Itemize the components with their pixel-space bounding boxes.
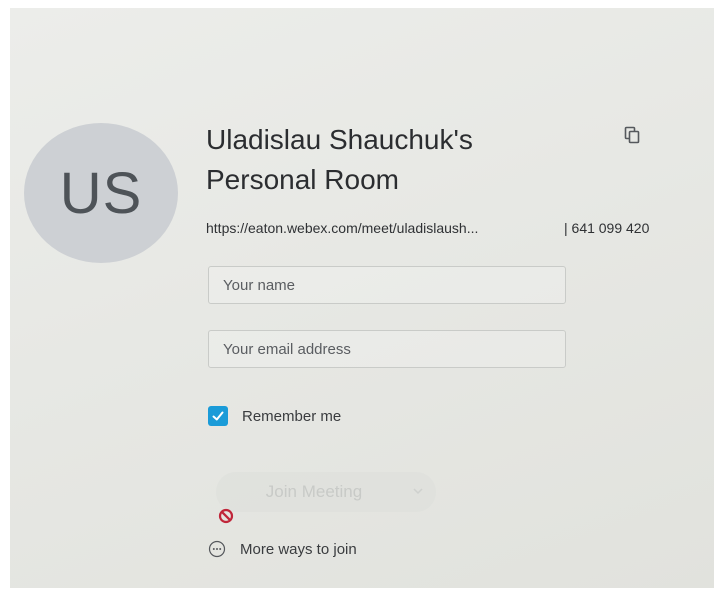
chevron-down-icon xyxy=(413,488,423,495)
join-screen: US Uladislau Shauchuk's Personal Room ht… xyxy=(10,8,714,588)
not-allowed-icon xyxy=(218,508,234,524)
name-field[interactable] xyxy=(208,266,566,304)
join-meeting-button[interactable]: Join Meeting xyxy=(216,472,436,512)
copy-icon[interactable] xyxy=(624,126,640,144)
meeting-url[interactable]: https://eaton.webex.com/meet/uladislaush… xyxy=(206,220,478,236)
more-options-icon xyxy=(208,540,226,558)
remember-me-label: Remember me xyxy=(242,407,342,425)
checkmark-icon xyxy=(208,406,228,426)
photo-frame: US Uladislau Shauchuk's Personal Room ht… xyxy=(0,0,722,602)
avatar-initials: US xyxy=(59,160,143,226)
remember-me-checkbox[interactable]: Remember me xyxy=(208,406,341,426)
email-field[interactable] xyxy=(208,330,566,368)
avatar: US xyxy=(24,123,178,263)
more-ways-label: More ways to join xyxy=(240,540,357,558)
join-meeting-label: Join Meeting xyxy=(265,482,363,501)
more-ways-to-join-link[interactable]: More ways to join xyxy=(208,540,357,558)
room-title: Uladislau Shauchuk's Personal Room xyxy=(206,124,473,195)
meeting-number: | 641 099 420 xyxy=(564,220,650,236)
